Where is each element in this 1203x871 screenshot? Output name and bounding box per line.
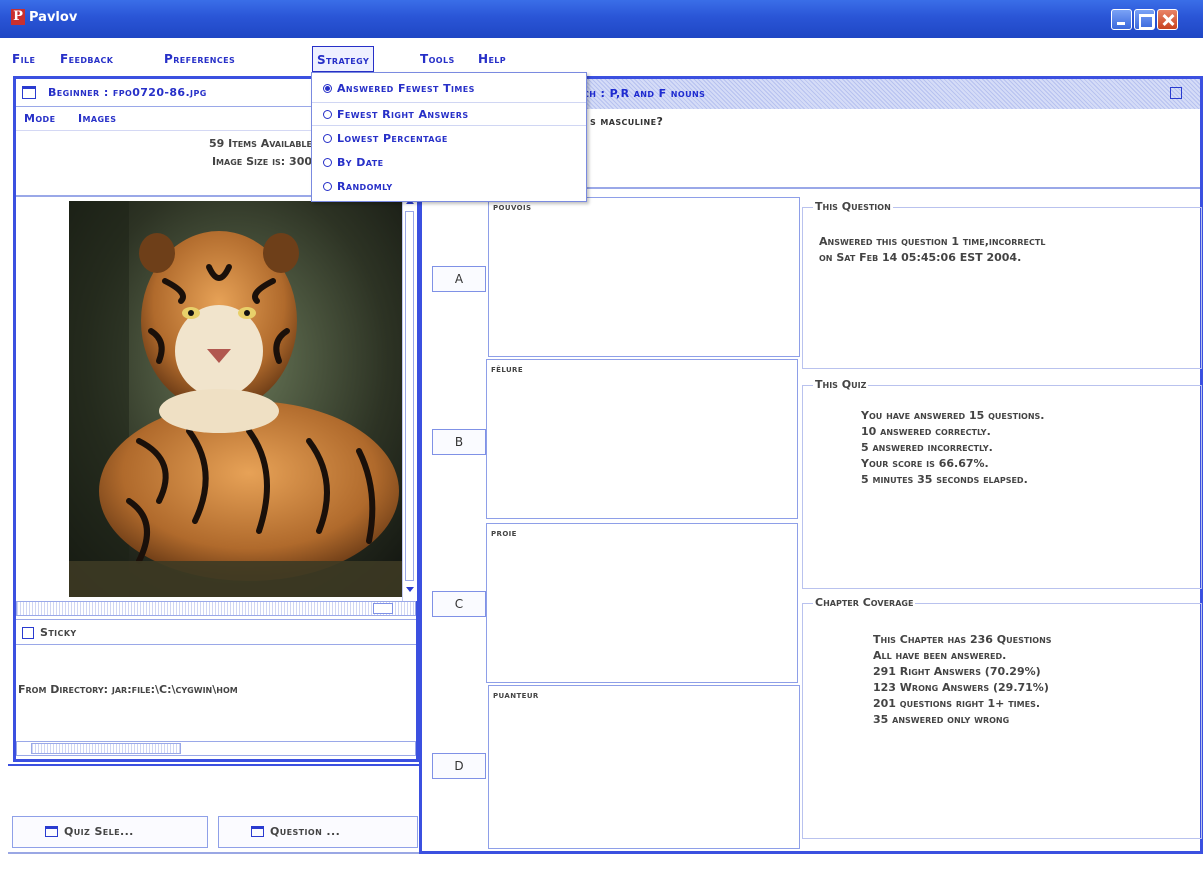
window-icon	[251, 825, 264, 837]
strategy-option-label: Randomly	[337, 180, 393, 193]
image-panel	[16, 195, 403, 601]
coverage-stat-line: This Chapter has 236 Questions	[873, 633, 1052, 646]
strategy-option-label: Lowest Percentage	[337, 132, 448, 145]
answer-c-word: proie	[491, 528, 517, 539]
coverage-stat-line: 291 Right Answers (70.29%)	[873, 665, 1041, 678]
menu-file[interactable]: File	[8, 46, 39, 72]
menu-mode[interactable]: Mode	[24, 107, 55, 131]
close-button[interactable]	[1157, 9, 1178, 30]
question-text: s masculine?	[590, 115, 664, 128]
quiz-stat-line: 10 answered correctly.	[861, 425, 991, 438]
strategy-dropdown-menu: Answered Fewest Times Fewest Right Answe…	[311, 72, 587, 202]
status-bar	[8, 852, 1198, 870]
answer-a-word: pouvois	[493, 202, 532, 213]
answer-b-button[interactable]: B	[432, 429, 486, 455]
sticky-label: Sticky	[40, 626, 77, 639]
question-task-button[interactable]: Question ...	[218, 816, 418, 848]
image-window-title: Beginner : fpo0720-86.jpg	[48, 86, 207, 99]
answer-d-box[interactable]: puanteur	[488, 685, 800, 849]
quiz-stat-line: Your score is 66.67%.	[861, 457, 989, 470]
radio-icon	[323, 158, 332, 167]
radio-selected-icon	[323, 84, 332, 93]
sticky-row: Sticky	[16, 619, 416, 645]
strategy-fewest-right-answers[interactable]: Fewest Right Answers	[312, 102, 586, 126]
this-question-text: Answered this question 1 time,incorrectl…	[819, 234, 1045, 266]
menu-images[interactable]: Images	[78, 107, 116, 131]
strategy-randomly[interactable]: Randomly	[312, 175, 586, 199]
this-quiz-text: You have answered 15 questions. 10 answe…	[861, 408, 1045, 488]
minimize-button[interactable]	[1111, 9, 1132, 30]
question-label: Question ...	[270, 825, 341, 838]
window-icon	[22, 86, 36, 99]
this-quiz-group: This Quiz You have answered 15 questions…	[802, 378, 1202, 589]
items-available: 59 Items Available	[209, 137, 312, 150]
chapter-coverage-title: Chapter Coverage	[813, 596, 916, 609]
restore-icon[interactable]	[1170, 87, 1182, 99]
coverage-stat-line: 201 questions right 1+ times.	[873, 697, 1041, 710]
quiz-stat-line: 5 answered incorrectly.	[861, 441, 993, 454]
menu-preferences[interactable]: Preferences	[160, 46, 239, 72]
image-vertical-scrollbar[interactable]	[402, 195, 417, 601]
this-question-line: Answered this question 1 time,incorrectl	[819, 235, 1046, 248]
tiger-image	[69, 201, 403, 597]
answer-a-button[interactable]: A	[432, 266, 486, 292]
coverage-stat-line: All have been answered.	[873, 649, 1007, 662]
directory-horizontal-scrollbar[interactable]	[16, 741, 416, 756]
strategy-lowest-percentage[interactable]: Lowest Percentage	[312, 127, 586, 151]
directory-scroll-thumb[interactable]	[31, 743, 181, 754]
vertical-scroll-thumb[interactable]	[405, 211, 414, 581]
strategy-by-date[interactable]: By Date	[312, 151, 586, 175]
chapter-coverage-text: This Chapter has 236 Questions All have …	[873, 632, 1052, 728]
quiz-window-title: ench : P,R and F nouns	[570, 87, 706, 100]
answer-a-box[interactable]: pouvois	[488, 197, 800, 357]
maximize-button[interactable]	[1134, 9, 1155, 30]
lower-panel	[8, 764, 420, 814]
this-question-title: This Question	[813, 200, 893, 213]
menu-help[interactable]: Help	[474, 46, 510, 72]
horizontal-scroll-thumb[interactable]	[373, 603, 393, 614]
radio-icon	[323, 134, 332, 143]
chapter-coverage-group: Chapter Coverage This Chapter has 236 Qu…	[802, 596, 1202, 839]
coverage-stat-line: 123 Wrong Answers (29.71%)	[873, 681, 1049, 694]
quiz-stat-line: You have answered 15 questions.	[861, 409, 1045, 422]
coverage-stat-line: 35 answered only wrong	[873, 713, 1010, 726]
title-bar: P Pavlov	[0, 0, 1203, 38]
answer-c-box[interactable]: proie	[486, 523, 798, 683]
image-horizontal-scrollbar[interactable]	[16, 601, 416, 616]
image-size: Image Size is: 300	[211, 155, 312, 168]
quiz-select-label: Quiz Sele...	[64, 825, 134, 838]
this-quiz-title: This Quiz	[813, 378, 869, 391]
answer-c-button[interactable]: C	[432, 591, 486, 617]
sticky-checkbox[interactable]	[22, 627, 34, 639]
window-icon	[45, 825, 58, 837]
strategy-answered-fewest-times[interactable]: Answered Fewest Times	[312, 77, 586, 101]
window-title: Pavlov	[29, 10, 78, 25]
menu-tools[interactable]: Tools	[416, 46, 459, 72]
scroll-down-icon[interactable]	[406, 587, 414, 592]
radio-icon	[323, 110, 332, 119]
answer-b-word: fêlure	[491, 364, 524, 375]
answer-d-button[interactable]: D	[432, 753, 486, 779]
directory-path: From Directory: jar:file:\C:\cygwin\hom	[18, 683, 238, 696]
this-question-line: on Sat Feb 14 05:45:06 EST 2004.	[819, 251, 1022, 264]
answer-b-box[interactable]: fêlure	[486, 359, 798, 519]
radio-icon	[323, 182, 332, 191]
menu-feedback[interactable]: Feedback	[56, 46, 117, 72]
menu-strategy[interactable]: Strategy	[312, 46, 375, 72]
app-logo-icon: P	[11, 9, 25, 25]
quiz-stat-line: 5 minutes 35 seconds elapsed.	[861, 473, 1028, 486]
quiz-select-task-button[interactable]: Quiz Sele...	[12, 816, 208, 848]
this-question-group: This Question Answered this question 1 t…	[802, 200, 1202, 369]
menu-bar: File Feedback Preferences Strategy Tools…	[8, 46, 1198, 72]
strategy-option-label: Answered Fewest Times	[337, 82, 475, 95]
answer-d-word: puanteur	[493, 690, 539, 701]
strategy-option-label: Fewest Right Answers	[337, 108, 469, 121]
strategy-option-label: By Date	[337, 156, 384, 169]
